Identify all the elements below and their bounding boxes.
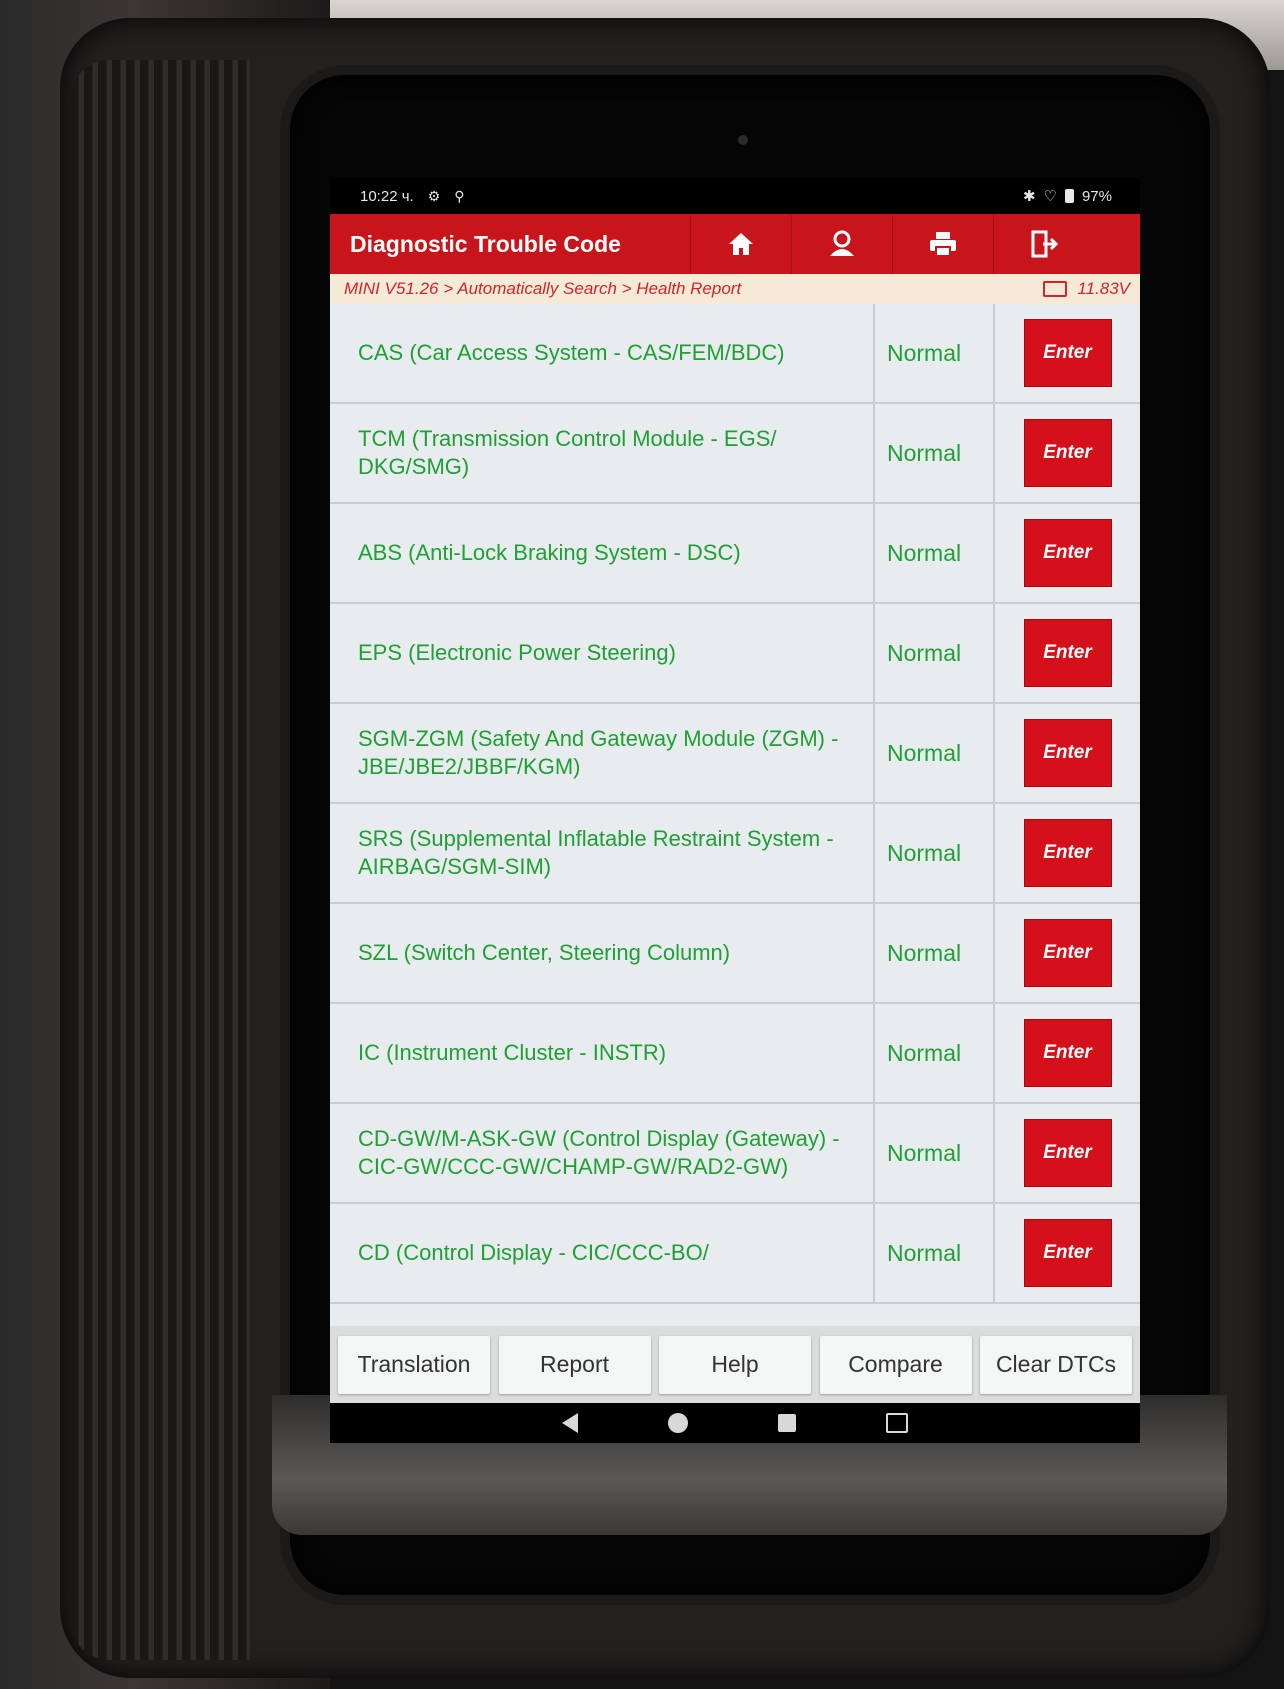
table-row: TCM (Transmission Control Module - EGS/ … <box>330 404 1140 504</box>
recent-apps-icon[interactable] <box>778 1414 796 1432</box>
screen: 10:22 ч. ⚙ ⚲ ✱ ♡ 97% Diagnostic Trouble … <box>330 178 1140 1443</box>
system-name: SGM-ZGM (Safety And Gateway Module (ZGM)… <box>330 704 875 802</box>
system-name: SZL (Switch Center, Steering Column) <box>330 904 875 1002</box>
table-row: ABS (Anti-Lock Braking System - DSC) Nor… <box>330 504 1140 604</box>
screenshot-icon[interactable] <box>886 1413 908 1433</box>
car-battery-icon <box>1043 281 1068 297</box>
table-row: EPS (Electronic Power Steering) Normal E… <box>330 604 1140 704</box>
enter-button[interactable]: Enter <box>1023 1019 1112 1087</box>
voltage-indicator: 11.83V <box>1043 279 1130 299</box>
app-title-bar: Diagnostic Trouble Code <box>330 214 1140 274</box>
battery-percent: 97% <box>1081 187 1112 205</box>
compare-button[interactable]: Compare <box>819 1335 972 1394</box>
table-row: CD-GW/M-ASK-GW (Control Display (Gateway… <box>330 1104 1140 1204</box>
system-status: Normal <box>875 904 995 1002</box>
user-button[interactable] <box>791 214 892 274</box>
system-status: Normal <box>875 604 995 702</box>
table-row: SRS (Supplemental Inflatable Restraint S… <box>330 804 1140 904</box>
system-list[interactable]: CAS (Car Access System - CAS/FEM/BDC) No… <box>330 304 1140 1326</box>
system-status: Normal <box>875 1004 995 1102</box>
system-name: EPS (Electronic Power Steering) <box>330 604 875 702</box>
exit-button[interactable] <box>993 214 1094 274</box>
enter-button[interactable]: Enter <box>1023 919 1112 987</box>
back-icon[interactable] <box>562 1413 578 1433</box>
front-camera <box>738 135 748 145</box>
page-title: Diagnostic Trouble Code <box>350 230 621 257</box>
wifi-icon: ♡ <box>1043 188 1057 205</box>
system-name: SRS (Supplemental Inflatable Restraint S… <box>330 804 875 902</box>
enter-button[interactable]: Enter <box>1023 519 1112 587</box>
system-status: Normal <box>875 704 995 802</box>
report-button[interactable]: Report <box>498 1335 651 1394</box>
enter-button[interactable]: Enter <box>1023 719 1112 787</box>
print-icon <box>930 232 956 257</box>
android-status-bar: 10:22 ч. ⚙ ⚲ ✱ ♡ 97% <box>330 178 1140 214</box>
system-status: Normal <box>875 1104 995 1202</box>
enter-button[interactable]: Enter <box>1023 1219 1112 1287</box>
exit-icon <box>1031 230 1059 258</box>
clear-dtcs-button[interactable]: Clear DTCs <box>980 1335 1132 1394</box>
breadcrumb-path: MINI V51.26 > Automatically Search > Hea… <box>344 279 742 298</box>
status-time: 10:22 ч. <box>360 187 414 205</box>
voltage-value: 11.83V <box>1077 279 1130 298</box>
system-status: Normal <box>875 504 995 602</box>
battery-icon <box>1064 189 1074 203</box>
system-name: IC (Instrument Cluster - INSTR) <box>330 1004 875 1102</box>
table-row: SZL (Switch Center, Steering Column) Nor… <box>330 904 1140 1004</box>
help-button[interactable]: Help <box>659 1335 811 1394</box>
home-icon <box>729 233 753 255</box>
table-row: SGM-ZGM (Safety And Gateway Module (ZGM)… <box>330 704 1140 804</box>
system-name: CD-GW/M-ASK-GW (Control Display (Gateway… <box>330 1104 875 1202</box>
home-button[interactable] <box>690 214 791 274</box>
bluetooth-icon: ✱ <box>1022 188 1036 205</box>
bottom-toolbar: Translation Report Help Compare Clear DT… <box>330 1326 1140 1403</box>
system-status: Normal <box>875 404 995 502</box>
system-name: CD (Control Display - CIC/CCC-BO/ <box>330 1204 875 1302</box>
table-row: IC (Instrument Cluster - INSTR) Normal E… <box>330 1004 1140 1104</box>
system-status: Normal <box>875 804 995 902</box>
enter-button[interactable]: Enter <box>1023 319 1112 387</box>
enter-button[interactable]: Enter <box>1023 619 1112 687</box>
enter-button[interactable]: Enter <box>1023 419 1112 487</box>
table-row: CD (Control Display - CIC/CCC-BO/ Normal… <box>330 1204 1140 1304</box>
system-status: Normal <box>875 304 995 402</box>
print-button[interactable] <box>892 214 993 274</box>
device-grip-ridges <box>70 60 250 1660</box>
gear-status-icon: ⚙ <box>427 187 441 204</box>
usb-status-icon: ⚲ <box>454 187 465 204</box>
system-name: TCM (Transmission Control Module - EGS/ … <box>330 404 875 502</box>
translation-button[interactable]: Translation <box>338 1335 490 1394</box>
enter-button[interactable]: Enter <box>1023 1119 1112 1187</box>
system-name: CAS (Car Access System - CAS/FEM/BDC) <box>330 304 875 402</box>
breadcrumb: MINI V51.26 > Automatically Search > Hea… <box>330 274 1140 304</box>
user-icon <box>830 230 854 256</box>
enter-button[interactable]: Enter <box>1023 819 1112 887</box>
system-status: Normal <box>875 1204 995 1302</box>
home-nav-icon[interactable] <box>668 1413 688 1433</box>
system-name: ABS (Anti-Lock Braking System - DSC) <box>330 504 875 602</box>
table-row: CAS (Car Access System - CAS/FEM/BDC) No… <box>330 304 1140 404</box>
android-nav-bar <box>330 1403 1140 1443</box>
